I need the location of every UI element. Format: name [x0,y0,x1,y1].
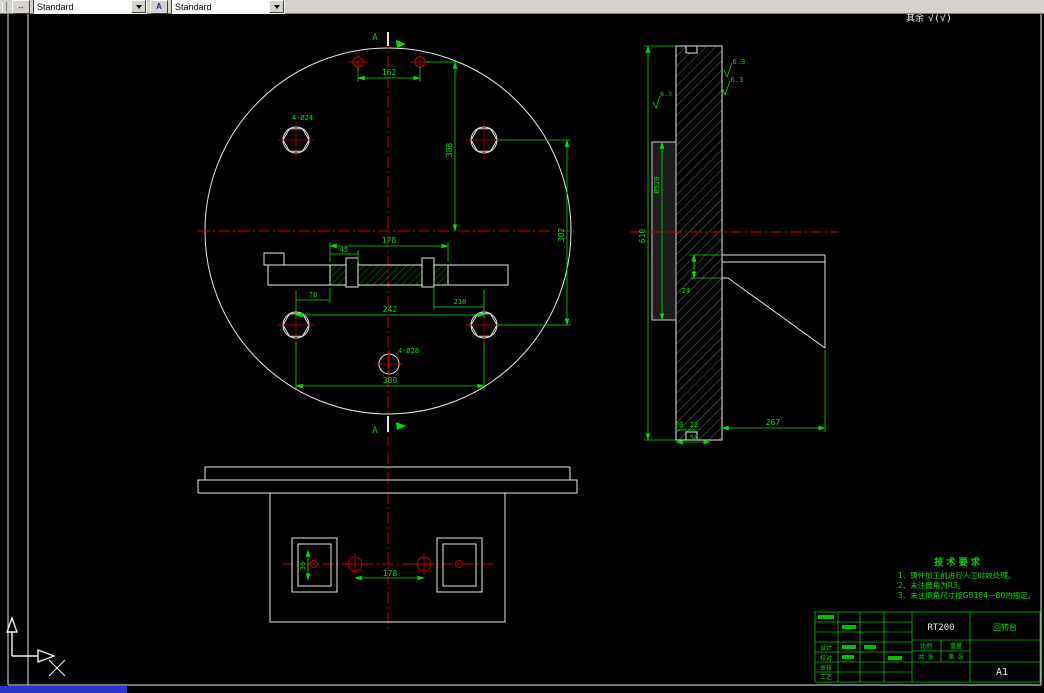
dim-210: 210 [454,298,467,306]
section-label-top: A [372,33,378,43]
chevron-down-icon [135,4,142,9]
dim-45: 45 [340,246,348,254]
side-view: 610 Ø520 24 20 22 50 267 6.3 6.3 6.3 [630,45,838,445]
table-disc [651,141,677,321]
dim-style-combo[interactable]: Standard [33,0,147,14]
clamp-plate-section [263,252,509,288]
dim-style-value: Standard [37,1,74,12]
row-design: 设计 [820,644,832,652]
text-icon: A [156,1,162,11]
dim-70: 70 [309,291,317,299]
ucs-icon [6,615,56,664]
tech-note-1: 1、铸件加工前进行人工时效处理。 [898,570,1015,580]
tech-note-2: 2、未注圆角为R3。 [898,580,965,590]
toolbar-grip[interactable] [2,1,7,12]
sheet-border [7,14,1042,686]
drawing-number: RT200 [927,623,954,633]
roughness-a: 6.3 [733,58,746,66]
page-label: 第 张 [948,653,964,661]
title-block: RT200 回转台 A1 比例 重量 共 张 第 张 设计 校对 审核 工艺 [814,611,1041,683]
dim-style-icon[interactable]: ↔ [12,0,30,14]
bottom-view: 178 36 [197,452,578,630]
dim-36: 36 [299,562,307,570]
dim-162: 162 [382,68,397,77]
dim-22: 22 [690,421,698,429]
dim-178-bottom: 178 [383,569,398,578]
dim-267: 267 [766,418,781,427]
top-view: 162 178 45 70 210 242 389 388 302 4-Ø24 … [198,32,578,446]
part-name: 回转台 [993,622,1017,632]
dim-302: 302 [557,228,566,243]
dim-50: 50 [690,434,698,442]
roughness-c: 6.3 [660,90,672,98]
weight-label: 重量 [950,642,962,650]
text-style-icon[interactable]: A [150,0,168,14]
dim-178: 178 [382,236,397,245]
text-style-combo[interactable]: Standard [171,0,285,14]
bottom-blue-strip [0,686,127,693]
text-style-dropdown-button[interactable] [269,0,284,13]
dim-242: 242 [383,305,398,314]
cad-application-window: ↔ Standard A Standard 其余 √(√) 162 178 45… [0,0,1044,693]
text-style-value: Standard [175,1,212,12]
center-hole-label: 4-Ø28 [398,347,419,355]
dim-20: 20 [675,421,683,429]
bottom-view-dimensions [305,549,425,581]
row-check: 校对 [820,654,832,662]
roughness-b: 6.3 [731,76,744,84]
sheets-label: 共 张 [918,653,934,661]
chevron-down-icon [273,4,280,9]
section-label-bottom: A [372,426,378,436]
row-audit: 审核 [820,664,832,672]
top-view-dimensions [295,61,571,390]
top-view-dim-labels: 162 178 45 70 210 242 389 388 302 4-Ø24 … [292,68,566,385]
dim-style-dropdown-button[interactable] [131,0,146,13]
bolt-hole-label: 4-Ø24 [292,114,313,122]
bracket [722,254,826,349]
dim-389: 389 [383,376,398,385]
dim-dia520: Ø520 [653,177,661,194]
drawing-canvas[interactable]: 其余 √(√) 162 178 45 70 210 242 389 388 30… [0,0,1044,693]
column-body [675,45,723,441]
technical-requirements: 技 术 要 求 1、铸件加工前进行人工时效处理。 2、未注圆角为R3。 3、未注… [898,556,1035,600]
crosshair-cursor[interactable] [48,659,66,677]
sheet-size: A1 [996,667,1008,678]
row-process: 工艺 [820,673,832,681]
scale-label: 比例 [920,642,932,650]
dim-610: 610 [638,229,647,244]
base-body [197,466,578,623]
dim-24: 24 [682,287,690,295]
styles-toolbar: ↔ Standard A Standard [0,0,1044,14]
dimension-icon: ↔ [17,1,25,11]
tech-note-3: 3、未注倒角尺寸按GB184—80的规定。 [898,590,1035,600]
tech-notes-title: 技 术 要 求 [934,556,980,568]
dim-388: 388 [445,143,454,158]
